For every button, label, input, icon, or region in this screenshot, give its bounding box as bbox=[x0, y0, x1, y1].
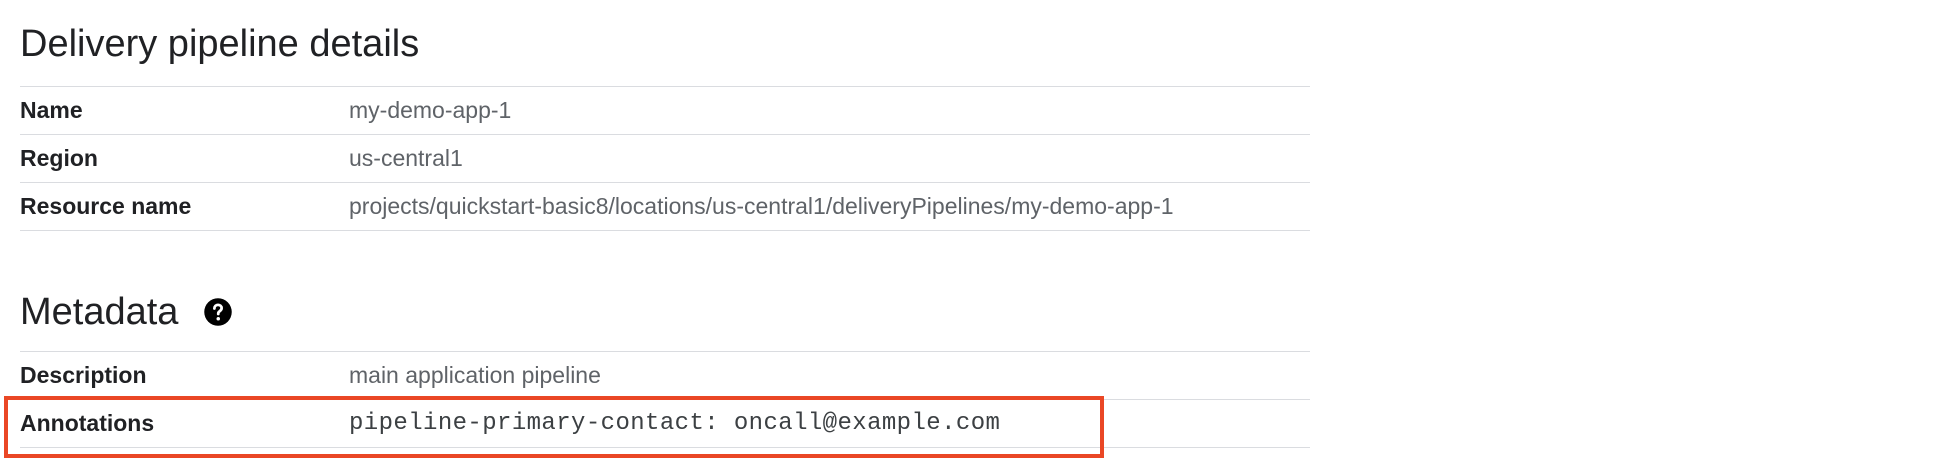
help-circle-icon[interactable] bbox=[202, 296, 234, 328]
metadata-title: Metadata bbox=[20, 293, 234, 331]
detail-row-resource-name: Resource name projects/quickstart-basic8… bbox=[20, 183, 1310, 231]
metadata-row-annotations: Annotations pipeline-primary-contact: on… bbox=[20, 400, 1310, 448]
annotation-value: pipeline-primary-contact: oncall@example… bbox=[349, 410, 1001, 437]
detail-row-region: Region us-central1 bbox=[20, 135, 1310, 183]
metadata-title-text: Metadata bbox=[20, 291, 179, 333]
detail-value: my-demo-app-1 bbox=[349, 97, 512, 123]
detail-value: projects/quickstart-basic8/locations/us-… bbox=[349, 193, 1174, 219]
metadata-label: Description bbox=[20, 362, 147, 388]
detail-label: Resource name bbox=[20, 193, 192, 219]
metadata-value: main application pipeline bbox=[349, 362, 601, 388]
metadata-row-description: Description main application pipeline bbox=[20, 352, 1310, 400]
pipeline-details-title: Delivery pipeline details bbox=[20, 23, 420, 65]
metadata-label: Annotations bbox=[20, 410, 155, 436]
detail-label: Name bbox=[20, 97, 83, 123]
metadata-table: Description main application pipeline An… bbox=[20, 351, 1310, 448]
detail-row-name: Name my-demo-app-1 bbox=[20, 87, 1310, 135]
pipeline-details-table: Name my-demo-app-1 Region us-central1 Re… bbox=[20, 86, 1310, 231]
detail-label: Region bbox=[20, 145, 98, 171]
detail-value: us-central1 bbox=[349, 145, 463, 171]
